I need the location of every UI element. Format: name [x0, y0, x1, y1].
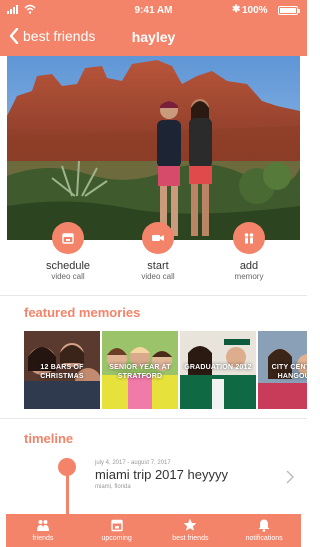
timeline-location: miami, florida: [95, 484, 131, 490]
divider: [0, 295, 307, 296]
tab-best-friends[interactable]: best friends: [154, 514, 228, 547]
people-icon: [233, 222, 265, 254]
add-memory-button[interactable]: add memory: [209, 222, 289, 282]
memory-caption: CITY CENTER HANGOUT: [271, 364, 307, 380]
tab-label: upcoming: [101, 535, 132, 542]
divider: [0, 418, 307, 419]
friends-icon: [36, 520, 49, 531]
memory-card[interactable]: CITY CENTER HANGOUT: [258, 331, 307, 409]
bluetooth-icon: ✱: [232, 4, 241, 15]
memory-card[interactable]: SENIOR YEAR AT STRATFORD: [102, 331, 178, 409]
calendar-icon: [110, 519, 123, 532]
tab-bar: friends upcoming best friends notificati…: [6, 514, 301, 547]
timeline-dates: july 4, 2017 - august 7, 2017: [95, 460, 171, 466]
schedule-video-call-button[interactable]: schedule video call: [28, 222, 108, 282]
start-label: start: [147, 260, 169, 272]
timeline-entry[interactable]: july 4, 2017 - august 7, 2017 miami trip…: [95, 460, 290, 490]
top-bar: 9:41 AM ✱ 100% best friends hayley: [0, 0, 307, 56]
add-sublabel: memory: [234, 272, 264, 281]
tab-label: best friends: [172, 535, 209, 542]
memory-caption: GRADUATION 2012: [184, 364, 252, 371]
friend-photo: [7, 56, 300, 240]
action-buttons: schedule video call start video call add…: [0, 222, 307, 288]
video-camera-icon: [142, 222, 174, 254]
battery-percentage: 100%: [242, 5, 268, 16]
schedule-label: schedule: [45, 260, 91, 272]
star-icon: [183, 518, 197, 531]
memory-caption: 12 BARS OF CHRISTMAS: [40, 364, 84, 380]
bell-icon: [258, 519, 270, 532]
schedule-sublabel: video call: [51, 272, 85, 281]
phone-screen: 9:41 AM ✱ 100% best friends hayley sched…: [0, 0, 307, 547]
start-video-call-button[interactable]: start video call: [118, 222, 198, 282]
memory-card[interactable]: 12 BARS OF CHRISTMAS: [24, 331, 100, 409]
start-sublabel: video call: [141, 272, 175, 281]
featured-memories-heading: featured memories: [24, 305, 141, 320]
timeline-marker: [58, 458, 76, 476]
timeline-title: miami trip 2017 heyyyy: [95, 467, 228, 482]
tab-upcoming[interactable]: upcoming: [80, 514, 154, 547]
memory-caption: SENIOR YEAR AT STRATFORD: [109, 364, 171, 380]
battery-icon: [278, 6, 300, 15]
add-label: add: [239, 260, 259, 272]
tab-friends[interactable]: friends: [6, 514, 80, 547]
tab-label: notifications: [245, 535, 283, 542]
timeline-line: [66, 470, 69, 516]
calendar-icon: [52, 222, 84, 254]
memory-card[interactable]: GRADUATION 2012: [180, 331, 256, 409]
page-title: hayley: [131, 29, 176, 45]
status-bar: 9:41 AM ✱ 100%: [0, 0, 307, 20]
featured-memories-carousel[interactable]: 12 BARS OF CHRISTMAS SENIOR YEAR AT STRA…: [24, 331, 307, 409]
navigation-bar: best friends hayley: [0, 22, 307, 56]
tab-label: friends: [32, 535, 54, 542]
tab-notifications[interactable]: notifications: [227, 514, 301, 547]
timeline-heading: timeline: [24, 431, 74, 446]
chevron-right-icon[interactable]: [286, 470, 294, 484]
